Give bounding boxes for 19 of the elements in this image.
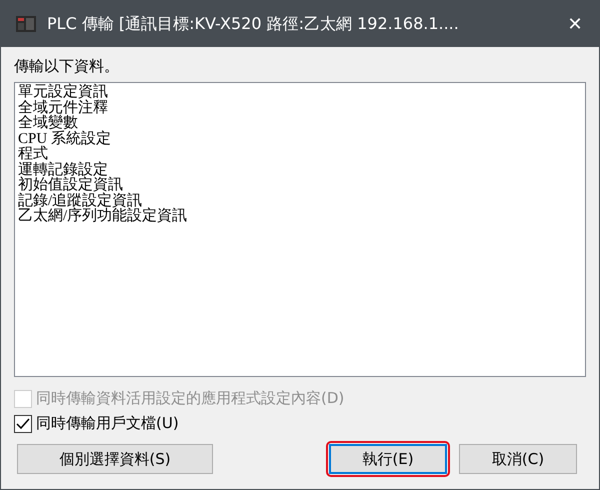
checkbox-label: 同時傳輸用戶文檔(U) (36, 414, 179, 433)
list-item[interactable]: 記錄/追蹤設定資訊 (18, 194, 142, 209)
instruction-text: 傳輸以下資料。 (14, 57, 119, 76)
checkbox-label: 同時傳輸資料活用設定的應用程式設定內容(D) (36, 389, 344, 408)
list-item[interactable]: 程式 (18, 147, 48, 162)
execute-button[interactable]: 執行(E) (329, 444, 447, 474)
list-item[interactable]: 單元設定資訊 (18, 85, 108, 100)
close-button[interactable]: ✕ (551, 1, 599, 47)
list-item[interactable]: 初始值設定資訊 (18, 178, 123, 194)
list-item[interactable]: 全域元件注釋 (18, 100, 108, 116)
plc-device-icon (15, 14, 37, 34)
cancel-button[interactable]: 取消(C) (459, 444, 577, 474)
list-item[interactable]: CPU 系統設定 (18, 132, 111, 147)
checkbox[interactable] (14, 414, 32, 432)
list-item[interactable]: 乙太網/序列功能設定資訊 (18, 209, 188, 224)
select-data-button[interactable]: 個別選擇資料(S) (17, 444, 213, 474)
window-title: PLC 傳輸 [通訊目標:KV-X520 路徑:乙太網 192.168.1.... (47, 14, 460, 34)
list-item[interactable]: 運轉記錄設定 (18, 162, 108, 178)
list-item[interactable]: 全域變數 (18, 116, 78, 132)
